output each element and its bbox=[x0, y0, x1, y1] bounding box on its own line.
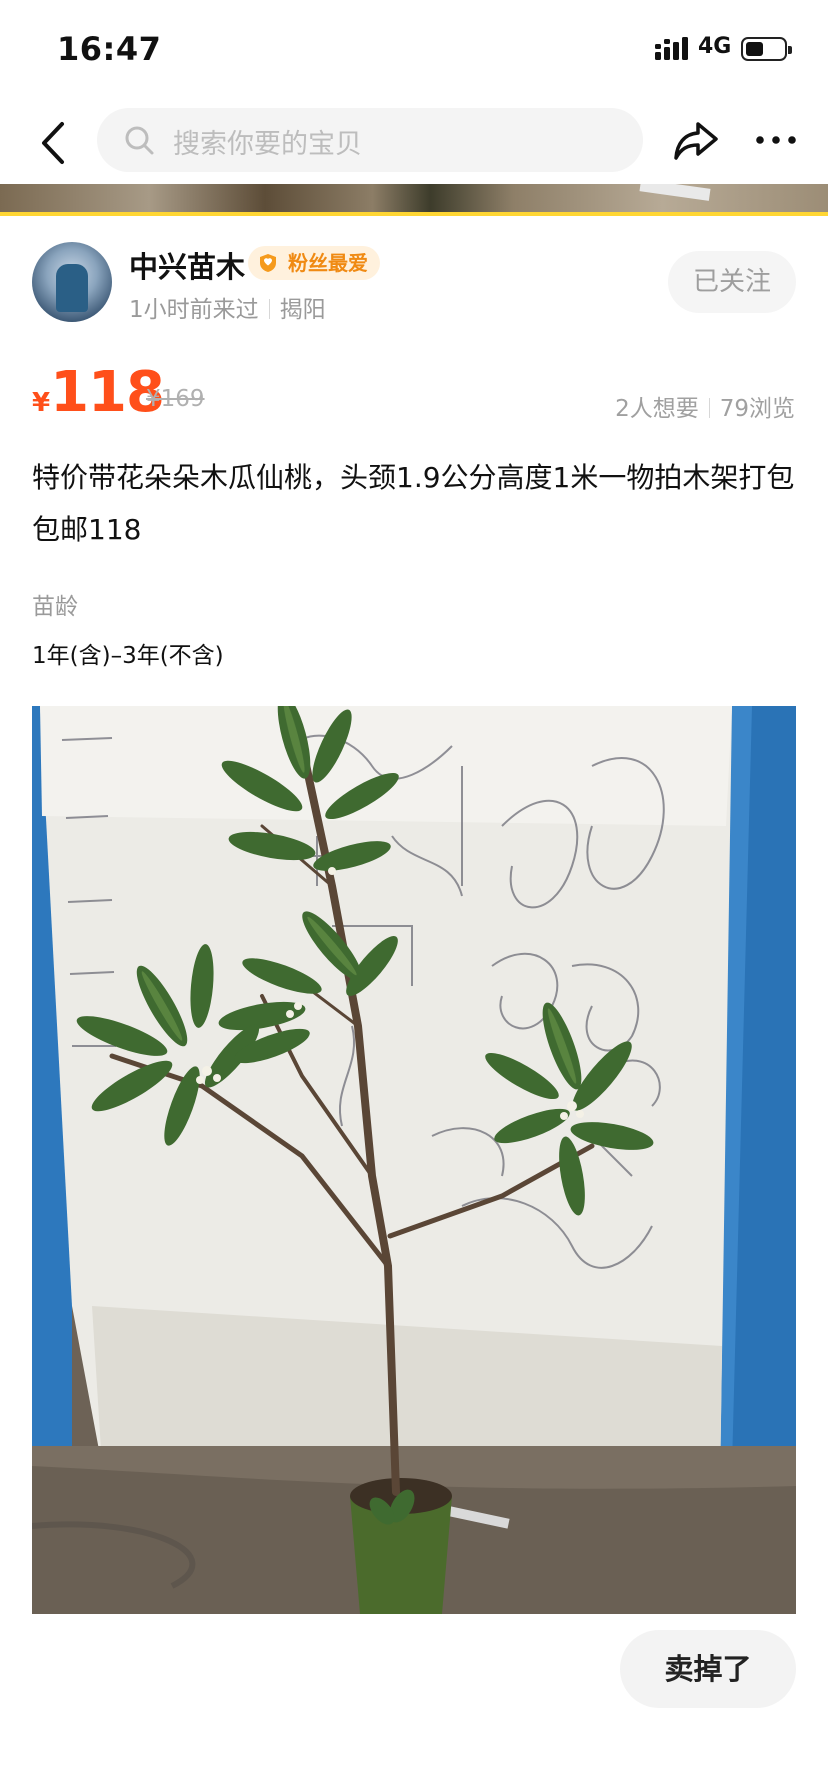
price: ¥118 bbox=[32, 360, 165, 425]
battery-icon bbox=[741, 37, 792, 61]
item-title: 特价带花朵朵木瓜仙桃，头颈1.9公分高度1米一物拍木架打包包邮118 bbox=[32, 461, 795, 546]
search-placeholder: 搜索你要的宝贝 bbox=[173, 129, 362, 160]
network-type: 4G bbox=[698, 34, 732, 59]
seller-location: 揭阳 bbox=[279, 297, 326, 323]
image-strip bbox=[0, 184, 828, 216]
share-icon[interactable] bbox=[672, 118, 720, 164]
status-bar: 16:47 4G bbox=[0, 0, 828, 96]
search-icon bbox=[125, 126, 154, 155]
signal-icon bbox=[655, 37, 688, 60]
fan-favorite-badge: 粉丝最爱 bbox=[248, 246, 380, 280]
original-price: ¥169 bbox=[146, 386, 205, 412]
attribute-label: 苗龄 bbox=[32, 594, 78, 620]
seller-name[interactable]: 中兴苗木 bbox=[129, 244, 245, 286]
last-seen: 1小时前来过 bbox=[129, 297, 259, 323]
product-photo[interactable] bbox=[32, 706, 796, 1614]
fan-badge-icon bbox=[260, 254, 276, 272]
seller-avatar[interactable] bbox=[32, 242, 112, 322]
item-stats: 2人想要 79浏览 bbox=[615, 389, 795, 423]
more-icon[interactable] bbox=[752, 120, 800, 160]
seller-meta: 1小时前来过 揭阳 bbox=[129, 290, 326, 324]
follow-button[interactable]: 已关注 bbox=[668, 251, 796, 313]
search-bar[interactable]: 搜索你要的宝贝 bbox=[97, 108, 643, 172]
views-count: 79浏览 bbox=[719, 396, 795, 422]
back-arrow-icon[interactable] bbox=[34, 118, 74, 168]
wants-count: 2人想要 bbox=[615, 396, 699, 422]
sold-button[interactable]: 卖掉了 bbox=[620, 1630, 796, 1708]
status-time: 16:47 bbox=[57, 30, 162, 68]
attribute-value: 1年(含)–3年(不含) bbox=[32, 643, 224, 669]
badge-label: 粉丝最爱 bbox=[288, 251, 368, 275]
price-currency: ¥ bbox=[32, 388, 51, 418]
